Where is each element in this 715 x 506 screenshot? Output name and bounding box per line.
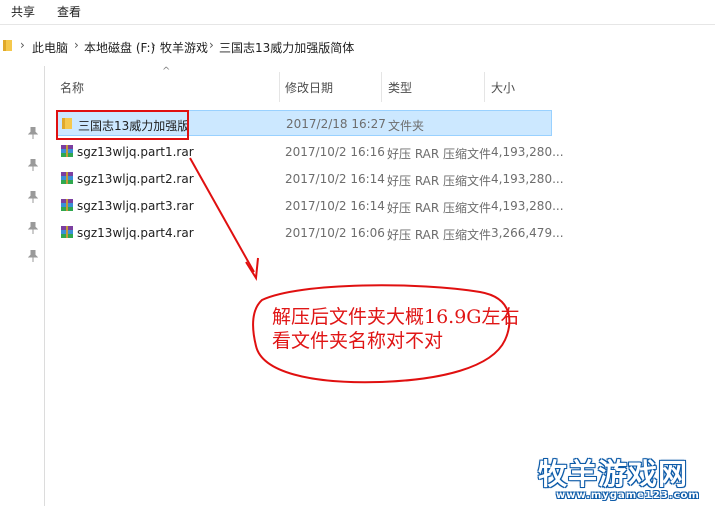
annotation-note: 解压后文件夹大概16.9G左右 看文件夹名称对不对 [272,305,519,353]
annotation-drawing [189,157,511,384]
annotation-line-2: 看文件夹名称对不对 [272,330,444,352]
watermark-logo: 牧羊游戏网 [538,457,689,491]
watermark-url: www.mygame123.com [556,490,700,501]
arrow-icon [189,157,259,282]
annotation-line-1: 解压后文件夹大概16.9G左右 [272,306,520,328]
